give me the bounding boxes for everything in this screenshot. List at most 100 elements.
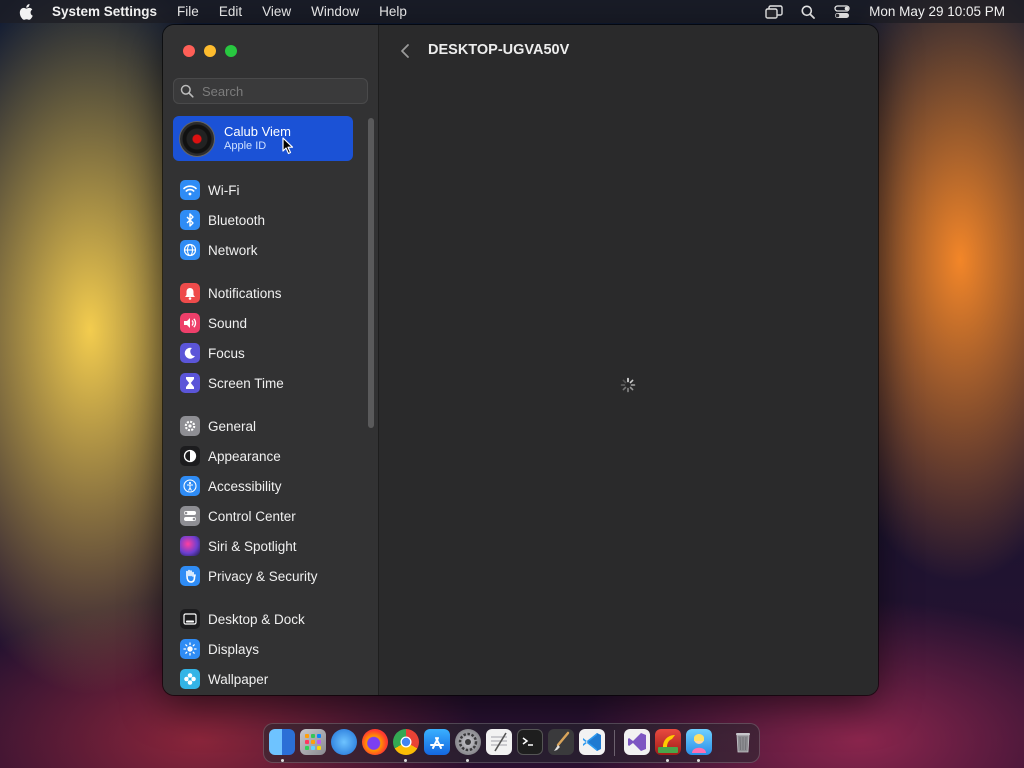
menu-bar: System Settings File Edit View Window He… bbox=[0, 0, 1024, 23]
sidebar-item-desktop-dock[interactable]: Desktop & Dock bbox=[163, 604, 378, 634]
moon-icon bbox=[180, 343, 200, 363]
sidebar-item-label: Bluetooth bbox=[208, 212, 266, 228]
apple-id-account-item[interactable]: Calub Viem Apple ID bbox=[173, 116, 353, 161]
siri-icon bbox=[180, 536, 200, 556]
sidebar-item-label: Desktop & Dock bbox=[208, 611, 305, 627]
hand-icon bbox=[180, 566, 200, 586]
account-subtitle: Apple ID bbox=[224, 139, 267, 152]
avatar bbox=[179, 120, 215, 157]
sidebar-item-label: Sound bbox=[208, 315, 248, 331]
menu-view[interactable]: View bbox=[262, 4, 291, 19]
accessibility-icon bbox=[180, 476, 200, 496]
page-title: DESKTOP-UGVA50V bbox=[428, 42, 570, 58]
trash-icon[interactable] bbox=[730, 729, 756, 755]
terminal-icon[interactable] bbox=[517, 729, 543, 755]
sidebar-item-label: General bbox=[208, 418, 257, 434]
sidebar-item-screen-time[interactable]: Screen Time bbox=[163, 368, 378, 398]
sidebar-item-siri-spotlight[interactable]: Siri & Spotlight bbox=[163, 531, 378, 561]
loading-spinner-icon bbox=[620, 377, 636, 393]
sidebar-scrollbar[interactable] bbox=[368, 118, 374, 428]
sidebar-item-notifications[interactable]: Notifications bbox=[163, 278, 378, 308]
sidebar-item-label: Wallpaper bbox=[208, 671, 269, 687]
sidebar-item-privacy-security[interactable]: Privacy & Security bbox=[163, 561, 378, 591]
visual-studio-icon[interactable] bbox=[624, 729, 650, 755]
sidebar-item-label: Appearance bbox=[208, 448, 281, 464]
hourglass-icon bbox=[180, 373, 200, 393]
sidebar-item-network[interactable]: Network bbox=[163, 235, 378, 265]
system-settings-icon[interactable] bbox=[455, 729, 481, 755]
sidebar-item-accessibility[interactable]: Accessibility bbox=[163, 471, 378, 501]
firefox-icon[interactable] bbox=[362, 729, 388, 755]
sidebar-item-control-center[interactable]: Control Center bbox=[163, 501, 378, 531]
launchpad-icon[interactable] bbox=[300, 729, 326, 755]
sidebar-item-sound[interactable]: Sound bbox=[163, 308, 378, 338]
finder-icon[interactable] bbox=[269, 729, 295, 755]
textedit-icon[interactable] bbox=[486, 729, 512, 755]
wallpaper-icon bbox=[180, 669, 200, 689]
close-window-button[interactable] bbox=[183, 45, 195, 57]
account-text: Calub Viem Apple ID bbox=[224, 123, 291, 153]
control-center-menu-icon[interactable] bbox=[833, 4, 851, 20]
sidebar-nav: Wi-Fi Bluetooth Network Notifications So… bbox=[163, 175, 378, 694]
sidebar-item-label: Notifications bbox=[208, 285, 282, 301]
apple-menu-icon[interactable] bbox=[18, 3, 34, 20]
system-settings-window: Calub Viem Apple ID Wi-Fi Bluetooth bbox=[163, 25, 878, 695]
menu-edit[interactable]: Edit bbox=[219, 4, 242, 19]
detail-pane: DESKTOP-UGVA50V bbox=[379, 25, 878, 695]
menu-file[interactable]: File bbox=[177, 4, 199, 19]
chrome-icon[interactable] bbox=[393, 729, 419, 755]
speaker-icon bbox=[180, 313, 200, 333]
account-name: Calub Viem bbox=[224, 123, 291, 139]
sidebar-item-label: Accessibility bbox=[208, 478, 282, 494]
app-store-icon[interactable] bbox=[424, 729, 450, 755]
sun-icon bbox=[180, 639, 200, 659]
appearance-icon bbox=[180, 446, 200, 466]
dock-running-indicator bbox=[697, 759, 700, 762]
bluetooth-icon bbox=[180, 210, 200, 230]
sidebar-item-focus[interactable]: Focus bbox=[163, 338, 378, 368]
search-input[interactable] bbox=[200, 82, 364, 100]
search-field[interactable] bbox=[173, 78, 368, 104]
dock-icon bbox=[180, 609, 200, 629]
sidebar-item-appearance[interactable]: Appearance bbox=[163, 441, 378, 471]
character-app-icon[interactable] bbox=[686, 729, 712, 755]
vscode-icon[interactable] bbox=[579, 729, 605, 755]
sidebar-item-label: Control Center bbox=[208, 508, 296, 524]
sidebar-item-wallpaper[interactable]: Wallpaper bbox=[163, 664, 378, 694]
dock-running-indicator bbox=[281, 759, 284, 762]
paintbrush-icon[interactable] bbox=[548, 729, 574, 755]
sidebar-item-label: Privacy & Security bbox=[208, 568, 318, 584]
menu-window[interactable]: Window bbox=[311, 4, 359, 19]
sidebar: Calub Viem Apple ID Wi-Fi Bluetooth bbox=[163, 25, 379, 695]
mouse-cursor-icon bbox=[282, 137, 294, 155]
sidebar-item-label: Siri & Spotlight bbox=[208, 538, 297, 554]
globe-icon bbox=[180, 240, 200, 260]
dock-running-indicator bbox=[404, 759, 407, 762]
dock bbox=[263, 723, 760, 763]
dock-running-indicator bbox=[466, 759, 469, 762]
sidebar-item-wifi[interactable]: Wi-Fi bbox=[163, 175, 378, 205]
menu-help[interactable]: Help bbox=[379, 4, 407, 19]
window-controls bbox=[183, 45, 246, 57]
menu-app-name[interactable]: System Settings bbox=[52, 4, 157, 19]
sidebar-item-bluetooth[interactable]: Bluetooth bbox=[163, 205, 378, 235]
dock-separator bbox=[614, 730, 615, 756]
minimize-window-button[interactable] bbox=[204, 45, 216, 57]
menu-bar-clock[interactable]: Mon May 29 10:05 PM bbox=[869, 4, 1005, 19]
parrot-app-icon[interactable] bbox=[655, 729, 681, 755]
zoom-window-button[interactable] bbox=[225, 45, 237, 57]
spotlight-search-icon[interactable] bbox=[799, 4, 817, 20]
search-icon bbox=[180, 84, 194, 98]
sidebar-item-general[interactable]: General bbox=[163, 411, 378, 441]
sidebar-item-label: Wi-Fi bbox=[208, 182, 240, 198]
control-center-icon bbox=[180, 506, 200, 526]
safari-icon[interactable] bbox=[331, 729, 357, 755]
screen-mirroring-icon[interactable] bbox=[765, 4, 783, 20]
back-chevron-icon[interactable] bbox=[397, 42, 413, 60]
sidebar-item-displays[interactable]: Displays bbox=[163, 634, 378, 664]
sidebar-item-label: Focus bbox=[208, 345, 245, 361]
sidebar-item-label: Displays bbox=[208, 641, 260, 657]
sidebar-item-label: Network bbox=[208, 242, 258, 258]
